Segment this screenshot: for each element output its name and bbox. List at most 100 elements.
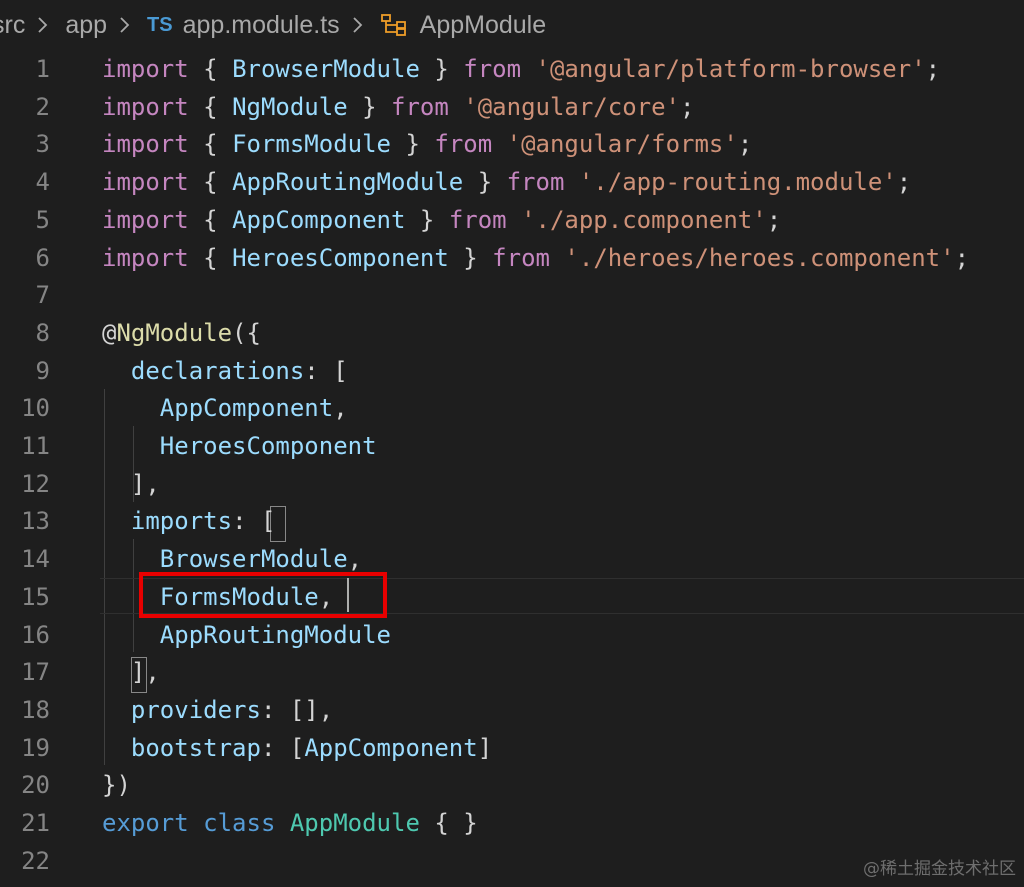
code-token: } bbox=[347, 92, 392, 121]
line-number: 4 bbox=[35, 168, 50, 197]
code-text[interactable]: imports: [ bbox=[102, 503, 276, 541]
code-token: NgModule bbox=[116, 318, 233, 347]
code-text[interactable]: AppRoutingModule bbox=[102, 617, 391, 655]
line-number: 5 bbox=[35, 205, 50, 234]
line-number: 7 bbox=[35, 281, 50, 310]
code-line[interactable]: 17 ], bbox=[0, 654, 1024, 692]
code-line[interactable]: 19 bootstrap: [AppComponent] bbox=[0, 730, 1024, 768]
code-line[interactable]: 3 import { FormsModule } from '@angular/f… bbox=[0, 126, 1024, 164]
code-token: : [ bbox=[260, 733, 305, 762]
line-number: 6 bbox=[35, 243, 50, 272]
code-text[interactable]: AppComponent, bbox=[102, 390, 348, 428]
code-token: AppRoutingModule bbox=[159, 620, 391, 649]
breadcrumb-item-symbol[interactable]: AppModule bbox=[420, 11, 546, 40]
code-line[interactable]: 2 import { NgModule } from '@angular/core… bbox=[0, 89, 1024, 127]
code-token: } bbox=[405, 205, 449, 234]
code-token: @ bbox=[102, 318, 117, 347]
line-number: 21 bbox=[21, 809, 50, 837]
code-line[interactable]: 8 @NgModule({ bbox=[0, 315, 1024, 353]
code-token: ({ bbox=[232, 318, 261, 347]
code-token: '@angular/forms' bbox=[506, 130, 738, 159]
line-number: 8 bbox=[35, 318, 50, 347]
code-text[interactable]: ], bbox=[102, 466, 160, 504]
code-token: import bbox=[102, 130, 189, 159]
code-text[interactable]: ], bbox=[102, 654, 160, 692]
code-token: './heroes/heroes.component' bbox=[564, 243, 955, 272]
code-token: AppComponent bbox=[159, 394, 334, 423]
line-number: 15 bbox=[21, 582, 50, 611]
code-text[interactable]: import { AppRoutingModule } from './app-… bbox=[102, 164, 911, 202]
code-token: BrowserModule bbox=[232, 55, 420, 83]
code-text[interactable]: import { BrowserModule } from '@angular/… bbox=[102, 51, 940, 89]
code-text[interactable]: bootstrap: [AppComponent] bbox=[102, 730, 492, 768]
breadcrumb-item-src[interactable]: src bbox=[0, 11, 25, 40]
code-text[interactable]: }) bbox=[102, 767, 131, 805]
code-line[interactable]: 13 imports: [ bbox=[0, 503, 1024, 541]
code-line[interactable]: 20}) bbox=[0, 767, 1024, 805]
breadcrumb: src app TS app.module.ts AppModule bbox=[0, 0, 812, 50]
code-line[interactable]: 9 declarations: [ bbox=[0, 353, 1024, 391]
code-line[interactable]: 4 import { AppRoutingModule } from './app… bbox=[0, 164, 1024, 202]
code-line[interactable]: 11 HeroesComponent bbox=[0, 428, 1024, 466]
code-token: : [], bbox=[260, 695, 334, 724]
code-line[interactable]: 16 AppRoutingModule bbox=[0, 617, 1024, 655]
code-line[interactable]: 12 ], bbox=[0, 466, 1024, 504]
code-token: bootstrap bbox=[130, 733, 261, 762]
breadcrumb-item-app[interactable]: app bbox=[65, 11, 107, 40]
line-number: 12 bbox=[21, 469, 50, 498]
text-cursor bbox=[347, 578, 349, 612]
code-token: import bbox=[102, 243, 189, 272]
code-token: imports bbox=[130, 507, 233, 536]
line-number: 18 bbox=[21, 695, 50, 724]
code-text[interactable]: export class AppModule { } bbox=[102, 805, 478, 843]
code-token: AppComponent bbox=[304, 733, 478, 762]
code-token: { bbox=[188, 205, 233, 234]
line-number: 19 bbox=[21, 733, 50, 762]
code-token: from bbox=[492, 243, 550, 272]
code-line[interactable]: 18 providers: [], bbox=[0, 692, 1024, 730]
code-text[interactable]: providers: [], bbox=[102, 692, 333, 730]
code-line[interactable]: 21 export class AppModule { } bbox=[0, 805, 1024, 843]
code-text[interactable]: import { HeroesComponent } from './heroe… bbox=[102, 240, 969, 278]
code-line[interactable]: 1 import { BrowserModule } from '@angular… bbox=[0, 51, 1024, 89]
code-line[interactable]: 10 AppComponent, bbox=[0, 390, 1024, 428]
code-token: class bbox=[203, 809, 276, 837]
code-text[interactable]: import { NgModule } from '@angular/core'… bbox=[102, 89, 694, 127]
code-line[interactable]: 7 bbox=[0, 277, 1024, 315]
code-token: : [ bbox=[304, 356, 348, 385]
code-token: ; bbox=[925, 55, 941, 83]
code-token: } bbox=[463, 168, 507, 197]
code-token: from bbox=[391, 92, 449, 121]
line-number: 3 bbox=[35, 130, 50, 159]
code-token: } bbox=[419, 55, 464, 83]
code-token: HeroesComponent bbox=[159, 432, 377, 460]
code-text[interactable]: declarations: [ bbox=[102, 353, 348, 391]
code-editor[interactable]: 1 import { BrowserModule } from '@angular… bbox=[0, 50, 1024, 887]
code-line[interactable]: 6 import { HeroesComponent } from './hero… bbox=[0, 240, 1024, 278]
code-token: } bbox=[448, 243, 493, 272]
code-token: AppRoutingModule bbox=[232, 168, 464, 197]
code-text[interactable]: import { FormsModule } from '@angular/fo… bbox=[102, 126, 752, 164]
line-number: 16 bbox=[21, 620, 50, 649]
code-text[interactable]: @NgModule({ bbox=[102, 315, 261, 353]
code-token: from bbox=[448, 205, 507, 234]
line-number: 11 bbox=[21, 432, 50, 460]
code-text[interactable]: import { AppComponent } from './app.comp… bbox=[102, 202, 781, 240]
line-number: 14 bbox=[21, 545, 50, 574]
code-token: : [ bbox=[232, 507, 276, 536]
breadcrumb-item-file[interactable]: app.module.ts bbox=[183, 11, 340, 40]
code-text[interactable]: HeroesComponent bbox=[102, 428, 377, 466]
code-line[interactable]: 5 import { AppComponent } from './app.com… bbox=[0, 202, 1024, 240]
code-token: { bbox=[188, 243, 233, 272]
chevron-right-icon bbox=[115, 15, 135, 35]
code-token: import bbox=[102, 55, 189, 83]
watermark: @稀土掘金技术社区 bbox=[863, 859, 1016, 879]
line-number: 10 bbox=[21, 394, 50, 423]
